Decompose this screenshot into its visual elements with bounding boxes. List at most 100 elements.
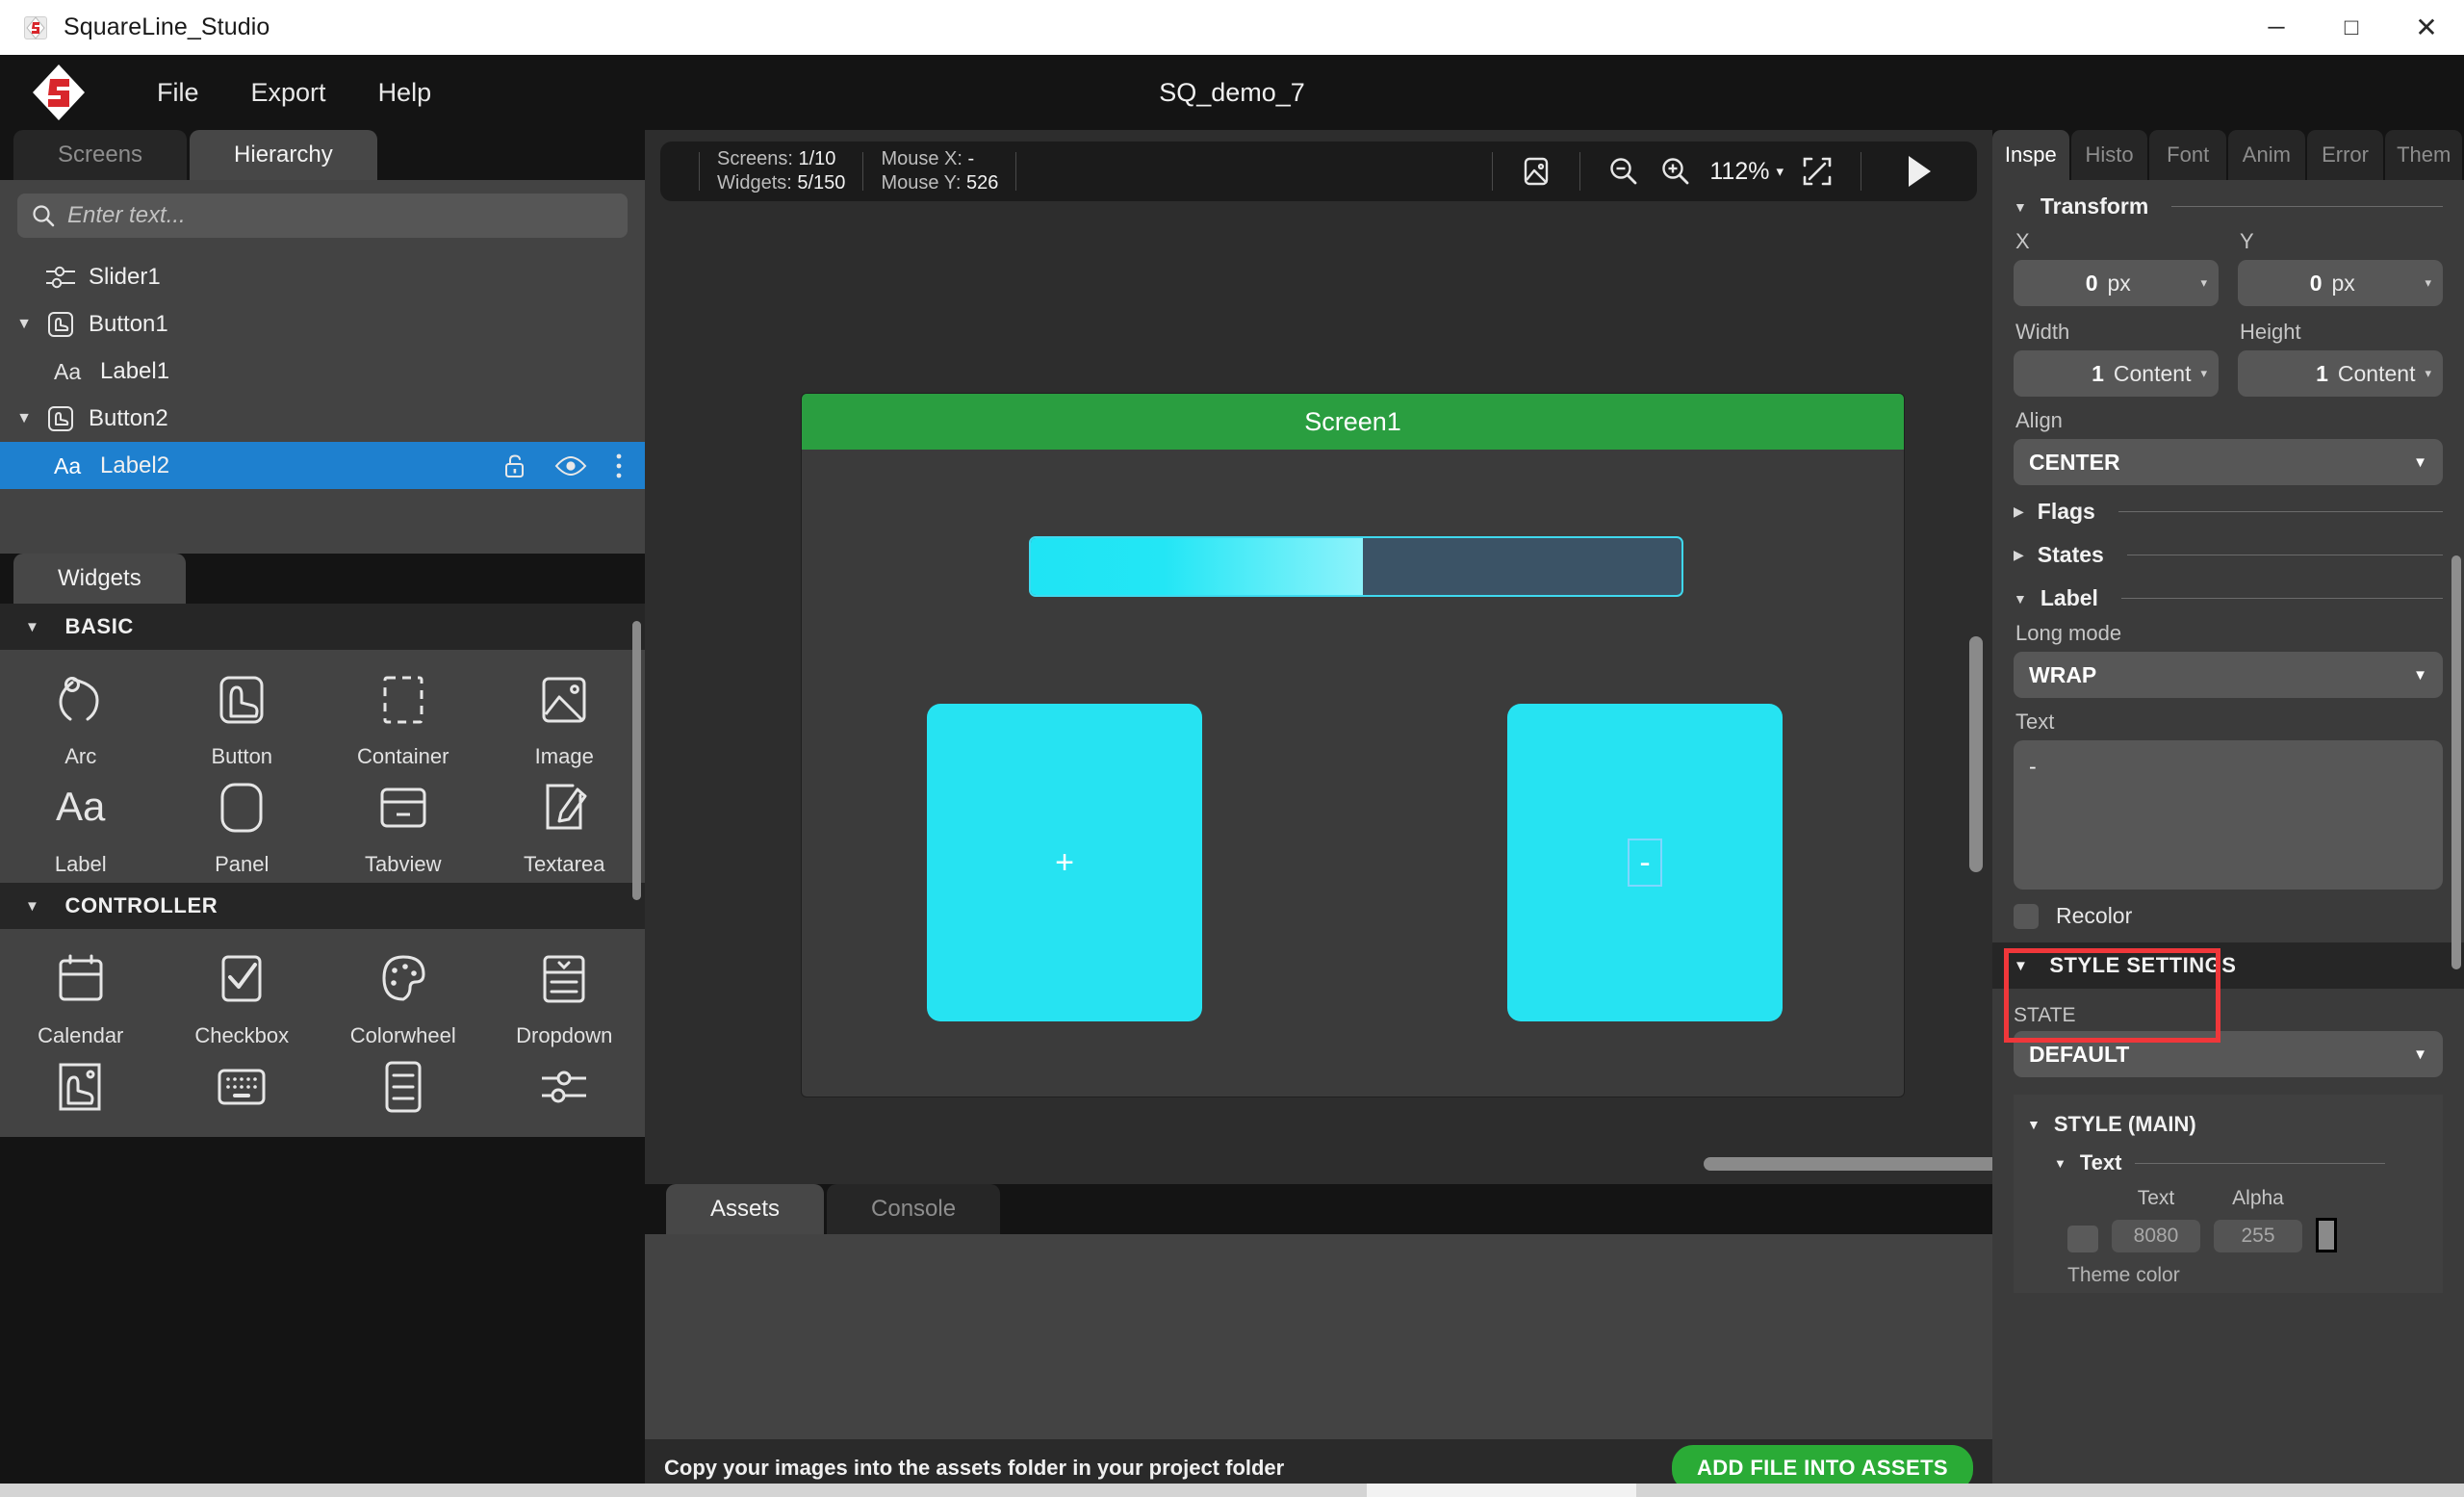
menu-bar: File Export Help [0,55,2464,130]
zoom-in-icon[interactable] [1650,148,1702,194]
width-input[interactable]: 1 Content ▾ [2014,350,2219,397]
x-input[interactable]: 0 px ▾ [2014,260,2219,306]
tree-row-button2[interactable]: ▼ Button2 [0,395,645,442]
widget-container[interactable]: Container [322,665,484,769]
widget-imagebutton[interactable] [0,1052,162,1131]
widget-group-controller[interactable]: ▼ CONTROLLER [0,883,645,929]
style-settings-header[interactable]: ▼ STYLE SETTINGS [1992,942,2464,989]
widget-tabview[interactable]: Tabview [322,773,484,877]
tab-assets[interactable]: Assets [666,1184,825,1234]
maximize-button[interactable]: □ [2314,0,2389,55]
state-select[interactable]: DEFAULT ▼ [2014,1031,2443,1077]
tab-themes[interactable]: Them [2385,130,2463,180]
widget-keyboard[interactable] [162,1052,323,1131]
tree-item-label: Label1 [100,357,170,384]
style-text-group-header[interactable]: ▼ Text [2014,1141,2443,1179]
slider-icon [38,263,83,292]
menu-help[interactable]: Help [352,55,458,130]
widget-dropdown[interactable]: Dropdown [484,944,646,1048]
tree-row-label2[interactable]: Aa Label2 [0,442,645,489]
widget-image[interactable]: Image [484,665,646,769]
y-input[interactable]: 0 px ▾ [2238,260,2443,306]
tab-font[interactable]: Font [2149,130,2227,180]
canvas-area[interactable]: Screen1 + - [645,201,1992,1184]
tab-inspector[interactable]: Inspe [1992,130,2069,180]
chevron-down-icon: ▼ [2027,1117,2040,1132]
menu-export[interactable]: Export [225,55,352,130]
chevron-down-icon[interactable]: ▾ [2425,366,2431,381]
tree-row-label1[interactable]: Aa Label1 [0,348,645,395]
chevron-down-icon[interactable]: ▾ [2200,366,2207,381]
eye-icon[interactable] [554,453,587,478]
zoom-out-icon[interactable] [1598,148,1650,194]
canvas-horizontal-scrollbar[interactable] [1704,1157,1992,1171]
widget-slider[interactable] [484,1052,646,1131]
widgets-scrollbar[interactable] [632,621,641,900]
tab-widgets-label[interactable]: Widgets [13,554,186,604]
text-color-hex[interactable]: 8080 [2112,1220,2200,1252]
widget-checkbox[interactable]: Checkbox [162,944,323,1048]
menu-file[interactable]: File [131,55,225,130]
label-section-header[interactable]: ▼ Label [1992,572,2464,615]
text-alpha-value[interactable]: 255 [2214,1220,2302,1252]
chevron-down-icon[interactable]: ▾ [2200,275,2207,291]
tab-screens[interactable]: Screens [13,130,188,180]
transform-section-header[interactable]: ▼ Transform [1992,180,2464,223]
style-settings-body: STATE DEFAULT ▼ ▼ STYLE (MAIN) ▼ Text Te… [1992,989,2464,1293]
inspector-scrollbar[interactable] [2451,555,2461,969]
toolbar-divider [1015,152,1017,191]
expand-caret[interactable]: ▼ [10,316,38,333]
height-input[interactable]: 1 Content ▾ [2238,350,2443,397]
text-color-swatch[interactable] [2067,1226,2098,1252]
style-main-header[interactable]: ▼ STYLE (MAIN) [2014,1108,2443,1141]
expand-caret[interactable]: ▼ [10,410,38,427]
assets-list[interactable] [645,1234,1992,1439]
widget-group-basic[interactable]: ▼ BASIC [0,604,645,650]
tab-console[interactable]: Console [827,1184,1001,1234]
tab-animations[interactable]: Anim [2228,130,2305,180]
unlock-icon[interactable] [502,452,527,479]
widget-label: Image [534,744,594,768]
widget-calendar[interactable]: Calendar [0,944,162,1048]
image-preview-icon[interactable] [1510,148,1562,194]
recolor-row[interactable]: Recolor [1992,890,2464,942]
play-icon[interactable] [1879,148,1956,194]
flags-section-header[interactable]: ▶ Flags [1992,485,2464,529]
chevron-down-icon[interactable]: ▾ [2425,275,2431,291]
style-main-card: ▼ STYLE (MAIN) ▼ Text Text Alpha 8080 25… [2014,1095,2443,1293]
long-mode-select[interactable]: WRAP ▼ [2014,652,2443,698]
preview-button2[interactable]: - [1507,704,1783,1021]
widget-label[interactable]: Aa Label [0,773,162,877]
more-vertical-icon[interactable] [614,452,624,480]
inspector-panel: Inspe Histo Font Anim Error Them ▼ Trans… [1992,130,2464,1497]
text-textarea[interactable]: - [2014,740,2443,890]
tree-row-button1[interactable]: ▼ Button1 [0,300,645,348]
close-button[interactable]: ✕ [2389,0,2464,55]
widget-button[interactable]: Button [162,665,323,769]
tab-history[interactable]: Histo [2070,130,2148,180]
preview-slider1[interactable] [1029,536,1683,597]
widget-colorwheel[interactable]: Colorwheel [322,944,484,1048]
screen-preview[interactable]: Screen1 + - [802,394,1904,1097]
tab-errors[interactable]: Error [2306,130,2384,180]
fit-screen-icon[interactable] [1791,148,1843,194]
states-section-header[interactable]: ▶ States [1992,529,2464,572]
window-title: SquareLine_Studio [64,13,270,40]
search-input[interactable]: Enter text... [17,194,628,238]
minimize-button[interactable]: ─ [2239,0,2314,55]
widget-arc[interactable]: Arc [0,665,162,769]
widget-textarea[interactable]: Textarea [484,773,646,877]
widget-list[interactable] [322,1052,484,1131]
style-text-group-title: Text [2079,1150,2122,1174]
recolor-checkbox[interactable] [2014,903,2039,929]
zoom-level-dropdown[interactable]: 112% ▾ [1702,158,1791,186]
tab-hierarchy[interactable]: Hierarchy [190,130,377,180]
y-unit: px [2331,270,2355,296]
mouse-coordinates: Mouse X: - Mouse Y: 526 [881,148,998,194]
preview-button1[interactable]: + [927,704,1202,1021]
canvas-vertical-scrollbar[interactable] [1969,636,1983,872]
align-select[interactable]: CENTER ▼ [2014,439,2443,485]
widget-panel[interactable]: Panel [162,773,323,877]
chevron-down-icon: ▼ [2413,666,2427,684]
tree-row-slider1[interactable]: Slider1 [0,253,645,300]
